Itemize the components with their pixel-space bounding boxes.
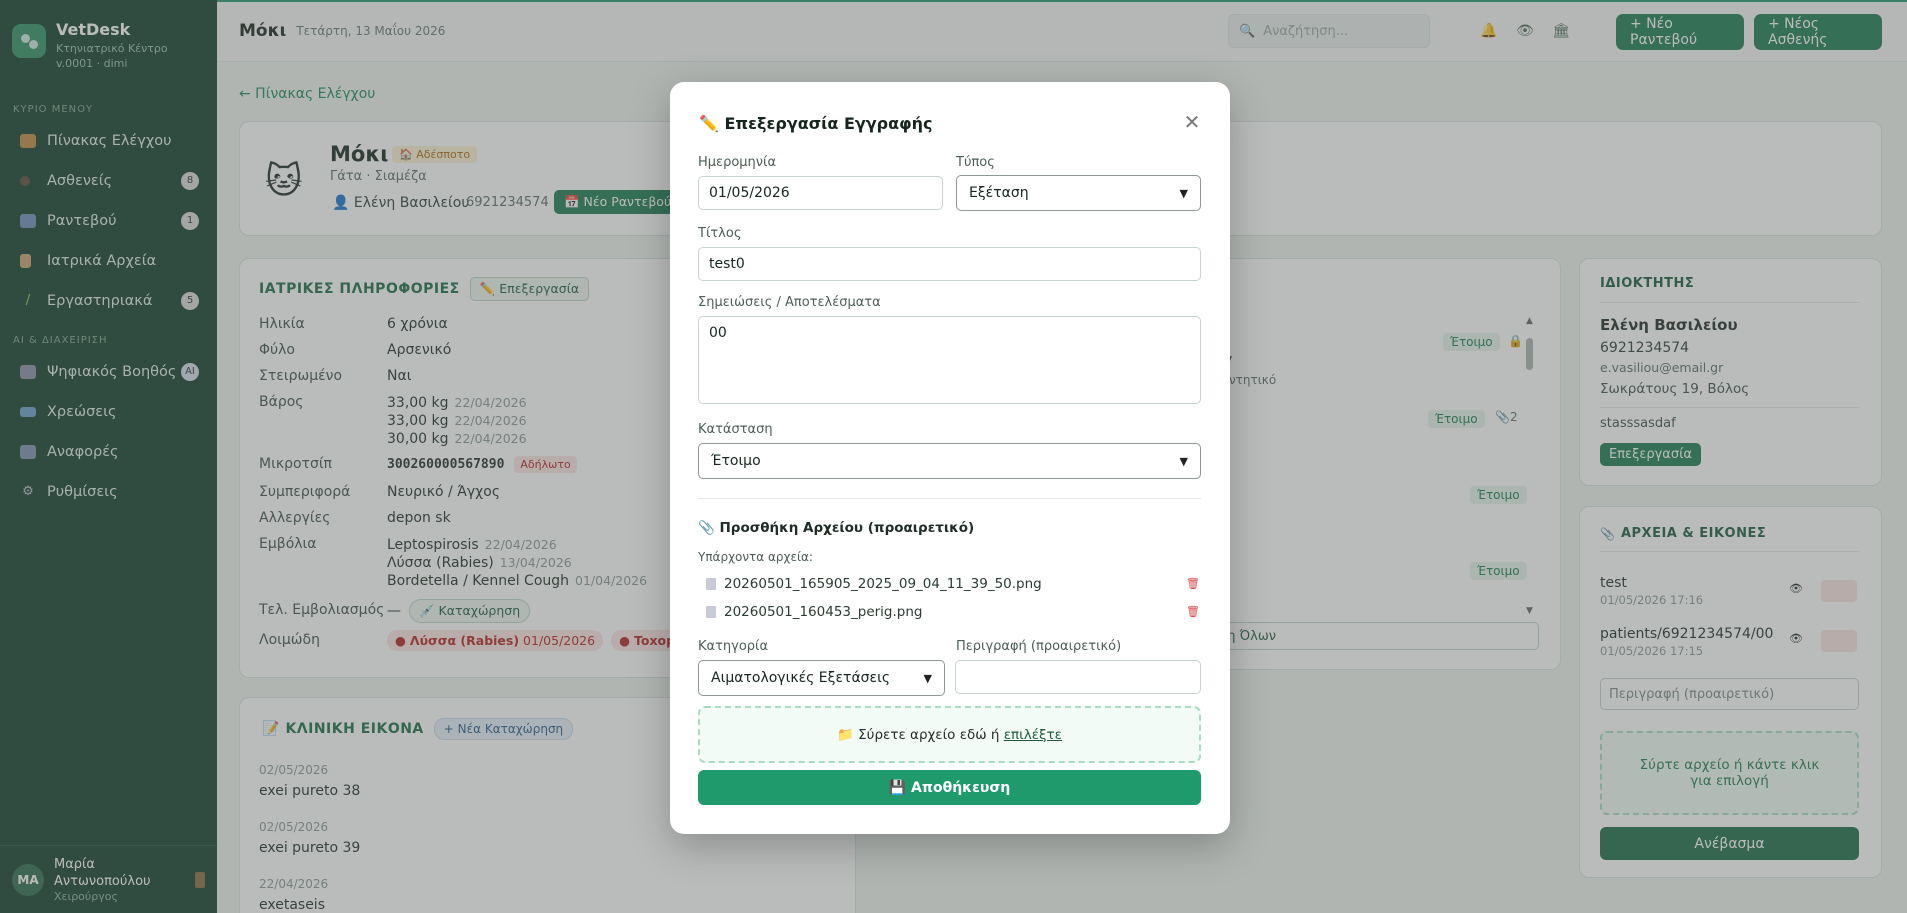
existing-file-name[interactable]: 20260501_160453_perig.png bbox=[724, 604, 922, 620]
existing-file-row: 20260501_160453_perig.png 🗑 bbox=[706, 602, 1200, 622]
close-icon[interactable]: ✕ bbox=[1182, 112, 1202, 132]
save-button[interactable]: 💾 Αποθήκευση bbox=[698, 770, 1201, 805]
type-select[interactable]: Εξέταση ▼ bbox=[956, 175, 1201, 211]
date-label: Ημερομηνία bbox=[698, 155, 777, 170]
title-input[interactable]: test0 bbox=[698, 247, 1201, 281]
attachment-dropzone[interactable]: 📁 Σύρετε αρχείο εδώ ή επιλέξτε bbox=[698, 706, 1201, 763]
existing-files-label: Υπάρχοντα αρχεία: bbox=[698, 550, 813, 564]
trash-icon[interactable]: 🗑 bbox=[1186, 578, 1200, 590]
existing-file-name[interactable]: 20260501_165905_2025_09_04_11_39_50.png bbox=[724, 576, 1042, 592]
trash-icon[interactable]: 🗑 bbox=[1186, 606, 1200, 618]
notes-textarea[interactable]: 00 bbox=[698, 316, 1201, 404]
chevron-down-icon: ▼ bbox=[923, 671, 932, 685]
divider bbox=[698, 498, 1201, 499]
type-label: Τύπος bbox=[956, 155, 995, 170]
edit-record-modal: ✏️ Επεξεργασία Εγγραφής ✕ Ημερομηνία 01/… bbox=[670, 82, 1230, 834]
status-select[interactable]: Έτοιμο ▼ bbox=[698, 443, 1201, 479]
attachment-title: 📎 Προσθήκη Αρχείου (προαιρετικό) bbox=[698, 520, 975, 536]
existing-file-row: 20260501_165905_2025_09_04_11_39_50.png … bbox=[706, 574, 1200, 594]
chevron-down-icon: ▼ bbox=[1179, 454, 1188, 468]
title-label: Τίτλος bbox=[698, 226, 742, 241]
document-icon bbox=[706, 606, 716, 618]
category-label: Κατηγορία bbox=[698, 639, 769, 654]
status-label: Κατάσταση bbox=[698, 422, 773, 437]
modal-title: ✏️ Επεξεργασία Εγγραφής bbox=[699, 114, 933, 133]
description-input[interactable] bbox=[955, 660, 1201, 694]
notes-label: Σημειώσεις / Αποτελέσματα bbox=[698, 295, 881, 310]
document-icon bbox=[706, 578, 716, 590]
description-label: Περιγραφή (προαιρετικό) bbox=[956, 639, 1122, 654]
choose-file-link[interactable]: επιλέξτε bbox=[1004, 727, 1062, 743]
date-input[interactable]: 01/05/2026 bbox=[698, 176, 943, 210]
chevron-down-icon: ▼ bbox=[1179, 186, 1188, 200]
category-select[interactable]: Αιματολογικές Εξετάσεις ▼ bbox=[698, 660, 945, 696]
